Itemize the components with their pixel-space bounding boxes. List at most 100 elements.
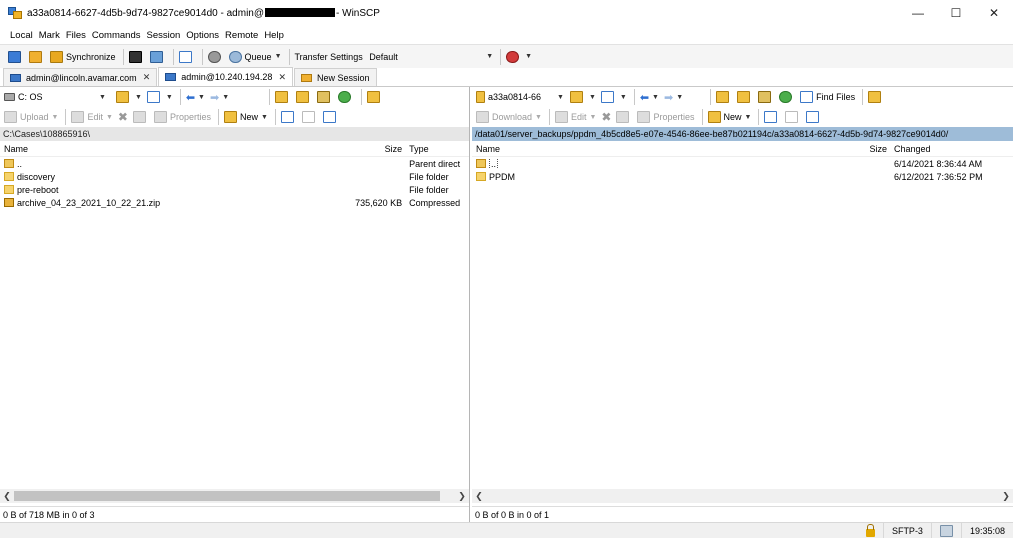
new-window-button[interactable]	[178, 50, 195, 63]
synchronize-button[interactable]: Synchronize	[50, 50, 116, 63]
local-select-button[interactable]	[280, 111, 297, 123]
download-button[interactable]: Download ▼	[476, 111, 542, 123]
chevron-down-icon[interactable]: ▼	[486, 53, 493, 60]
list-item[interactable]: PPDM 6/12/2021 7:36:52 PM	[472, 170, 1013, 183]
local-back-button[interactable]: ⬅ ▼	[186, 91, 205, 104]
remote-refresh-button[interactable]	[779, 91, 795, 103]
local-tree-button[interactable]	[367, 91, 383, 103]
list-item[interactable]: pre-reboot File folder	[0, 183, 469, 196]
transfer-settings-select[interactable]: Default	[365, 50, 483, 64]
remote-horizontal-scrollbar[interactable]: ❮ ❯	[472, 489, 1013, 503]
menu-session[interactable]: Session	[146, 30, 180, 41]
remote-forward-button[interactable]: ➡ ▼	[664, 91, 683, 104]
local-drive-select[interactable]: C: OS	[4, 90, 96, 104]
scroll-left-icon[interactable]: ❮	[472, 491, 486, 502]
minimize-button[interactable]: —	[899, 0, 937, 26]
remote-parent-dir-button[interactable]	[716, 91, 732, 103]
chevron-down-icon[interactable]: ▼	[557, 94, 564, 101]
queue-button[interactable]: Queue ▼	[228, 50, 282, 63]
list-item[interactable]: .. 6/14/2021 8:36:44 AM	[472, 157, 1013, 170]
menu-local[interactable]: Local	[10, 30, 33, 41]
close-icon[interactable]: ✕	[278, 72, 286, 83]
column-type[interactable]: Type	[405, 144, 469, 154]
menu-commands[interactable]: Commands	[92, 30, 141, 41]
minus-icon	[301, 111, 315, 123]
remote-edit-button[interactable]: Edit ▼	[554, 111, 596, 123]
local-edit-button[interactable]: Edit ▼	[71, 111, 113, 123]
gear-icon	[207, 50, 221, 63]
scroll-left-icon[interactable]: ❮	[0, 491, 14, 502]
local-unselect-button[interactable]	[301, 111, 318, 123]
maximize-button[interactable]: ☐	[937, 0, 975, 26]
remote-delete-button[interactable]: ✖	[601, 110, 611, 124]
menu-options[interactable]: Options	[186, 30, 219, 41]
putty-button[interactable]	[149, 50, 166, 63]
close-button[interactable]: ✕	[975, 0, 1013, 26]
remote-rename-button[interactable]	[616, 111, 632, 123]
local-delete-button[interactable]: ✖	[118, 110, 128, 124]
local-open-dir-button[interactable]: ▼	[115, 91, 142, 103]
session-time: 19:35:08	[960, 522, 1013, 538]
scroll-right-icon[interactable]: ❯	[455, 491, 469, 502]
back-arrow-icon: ⬅	[639, 91, 650, 104]
sync-browse-button[interactable]	[29, 50, 45, 63]
transfer-options-button[interactable]: ▼	[506, 50, 532, 63]
remote-new-button[interactable]: New ▼	[707, 111, 751, 123]
column-name[interactable]: Name	[472, 144, 812, 154]
remote-filter-button[interactable]: ▼	[600, 91, 627, 103]
local-root-dir-button[interactable]	[296, 91, 312, 103]
column-name[interactable]: Name	[0, 144, 349, 154]
terminal-button[interactable]	[128, 50, 145, 63]
close-icon[interactable]: ✕	[143, 72, 151, 83]
menu-help[interactable]: Help	[264, 30, 284, 41]
tab-new-session[interactable]: New Session	[294, 68, 377, 86]
local-path-bar[interactable]: C:\Cases\108865916\	[0, 127, 469, 141]
menu-files[interactable]: Files	[66, 30, 86, 41]
column-size[interactable]: Size	[812, 144, 890, 154]
tab-session-lincoln[interactable]: admin@lincoln.avamar.com ✕	[3, 68, 158, 86]
parent-dir-icon	[4, 158, 14, 168]
remote-path-bar[interactable]: /data01/server_backups/ppdm_4b5cd8e5-e07…	[472, 127, 1013, 141]
local-new-button[interactable]: New ▼	[224, 111, 268, 123]
edit-icon	[554, 111, 568, 123]
remote-tree-button[interactable]	[868, 91, 884, 103]
column-size[interactable]: Size	[349, 144, 405, 154]
transfer-settings[interactable]: Transfer Settings Default ▼	[295, 50, 494, 64]
connection-status[interactable]	[930, 522, 961, 538]
chevron-down-icon[interactable]: ▼	[99, 94, 106, 101]
find-files-button[interactable]: Find Files	[800, 91, 855, 103]
new-session-icon	[301, 73, 312, 82]
encryption-status[interactable]	[858, 523, 883, 538]
scrollbar-thumb[interactable]	[14, 491, 440, 501]
list-item[interactable]: discovery File folder	[0, 170, 469, 183]
preferences-button[interactable]	[207, 50, 224, 63]
list-item[interactable]: .. Parent direct	[0, 157, 469, 170]
list-item[interactable]: archive_04_23_2021_10_22_21.zip 735,620 …	[0, 196, 469, 209]
local-home-button[interactable]	[317, 91, 333, 103]
remote-filter-files-button[interactable]	[806, 111, 822, 123]
local-refresh-button[interactable]	[338, 91, 354, 103]
tab-session-10-240-194-28[interactable]: admin@10.240.194.28 ✕	[158, 67, 293, 86]
compare-dirs-button[interactable]	[8, 50, 24, 63]
remote-back-button[interactable]: ⬅ ▼	[640, 91, 659, 104]
upload-button[interactable]: Upload ▼	[4, 111, 58, 123]
menu-mark[interactable]: Mark	[39, 30, 60, 41]
upload-icon	[4, 111, 17, 123]
local-forward-button[interactable]: ➡ ▼	[210, 91, 229, 104]
remote-properties-button[interactable]: Properties	[637, 111, 695, 123]
menu-remote[interactable]: Remote	[225, 30, 258, 41]
remote-root-dir-button[interactable]	[737, 91, 753, 103]
remote-home-button[interactable]	[758, 91, 774, 103]
column-changed[interactable]: Changed	[890, 144, 1010, 154]
remote-select-button[interactable]	[764, 111, 780, 123]
local-rename-button[interactable]	[132, 111, 149, 123]
local-horizontal-scrollbar[interactable]: ❮ ❯	[0, 489, 469, 503]
local-properties-button[interactable]: Properties	[153, 111, 211, 123]
remote-unselect-button[interactable]	[785, 111, 801, 123]
local-filter-files-button[interactable]	[322, 111, 339, 123]
scroll-right-icon[interactable]: ❯	[999, 491, 1013, 502]
remote-dir-select[interactable]: a33a0814-66	[476, 90, 554, 104]
local-filter-button[interactable]: ▼	[146, 91, 173, 103]
local-parent-dir-button[interactable]	[275, 91, 291, 103]
remote-open-dir-button[interactable]: ▼	[569, 91, 596, 103]
